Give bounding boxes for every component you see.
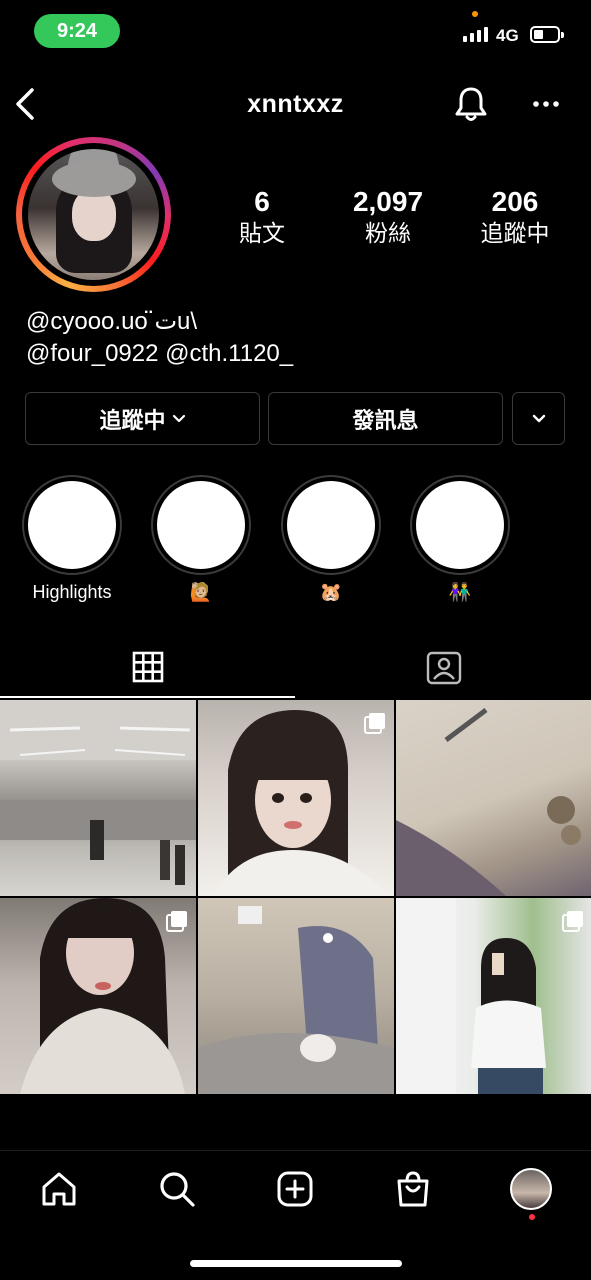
stat-posts[interactable]: 6 貼文 [232,186,292,248]
battery-icon [530,26,564,43]
post-thumbnail[interactable] [396,898,591,1094]
highlight-label: 🐹 [319,582,343,602]
create-post-icon [277,1171,313,1207]
profile-avatar-story-ring[interactable] [16,137,171,292]
highlight-item[interactable]: Highlights [22,475,122,603]
post-thumbnail[interactable] [198,898,394,1094]
bottom-tab-bar [0,1150,591,1230]
home-icon [42,1172,76,1206]
bio-line-2[interactable]: @four_0922 @cth.1120_ [26,338,293,370]
search-icon [160,1172,195,1207]
highlight-cover [28,481,116,569]
bell-icon [455,87,487,121]
network-type: 4G [496,26,519,45]
following-button-label: 追蹤中 [99,407,166,433]
stat-followers-count: 2,097 [352,186,424,217]
highlight-item[interactable]: 👫 [410,475,510,603]
message-button[interactable]: 發訊息 [268,392,503,445]
post-thumbnail[interactable] [0,898,196,1094]
chevron-down-icon [172,414,185,422]
shopping-bag-icon [397,1171,429,1207]
more-options-button[interactable] [530,90,562,118]
tab-posts-grid[interactable] [0,638,295,698]
home-indicator[interactable] [190,1260,402,1267]
stat-posts-label: 貼文 [239,220,285,246]
post-thumbnail[interactable] [198,700,394,896]
highlight-cover [287,481,375,569]
tab-profile[interactable] [509,1167,553,1211]
tab-tagged[interactable] [296,638,591,698]
multiple-photos-icon [166,911,187,932]
post-image [0,700,196,885]
tagged-user-icon [426,651,461,685]
page-title-username: xnntxxz [247,90,344,118]
stat-posts-count: 6 [254,186,270,217]
stat-following[interactable]: 206 追蹤中 [470,186,560,248]
profile-avatar-icon [510,1168,552,1210]
posts-grid [0,700,591,1094]
highlight-label: Highlights [32,582,112,602]
highlight-label: 🙋🏼 [189,582,213,602]
post-image [198,906,394,1094]
highlight-item[interactable]: 🐹 [281,475,381,603]
suggested-accounts-button[interactable] [512,392,565,445]
tab-search[interactable] [155,1167,199,1211]
post-image [396,708,581,896]
status-time[interactable]: 9:24 [34,14,120,48]
profile-avatar [28,149,159,280]
multiple-photos-icon [364,713,385,734]
stat-following-label: 追蹤中 [480,220,550,246]
highlight-cover [416,481,504,569]
tab-create[interactable] [273,1167,317,1211]
following-button[interactable]: 追蹤中 [25,392,260,445]
status-bar: 9:24 4G [0,0,591,60]
tab-home[interactable] [37,1167,81,1211]
multiple-photos-icon [562,911,583,932]
privacy-indicator-dot [472,11,478,17]
highlight-cover [157,481,245,569]
stat-following-count: 206 [491,186,539,217]
message-button-label: 發訊息 [352,407,419,433]
more-horizontal-icon [533,101,559,107]
stat-followers-label: 粉絲 [365,220,411,246]
stat-followers[interactable]: 2,097 粉絲 [338,186,438,248]
profile-tabs [0,638,591,698]
notifications-button[interactable] [452,84,490,124]
bio-line-1[interactable]: @cyooo.uo ت̈u\ [26,306,293,338]
profile-bio: @cyooo.uo ت̈u\ @four_0922 @cth.1120_ [26,306,293,370]
tab-shop[interactable] [391,1167,435,1211]
notification-dot [529,1214,535,1220]
profile-header-bar: xnntxxz [0,72,591,136]
grid-icon [132,651,163,683]
signal-icon [463,27,488,42]
highlight-label: 👫 [448,582,472,602]
chevron-down-icon [532,414,545,422]
post-thumbnail[interactable] [0,700,196,896]
post-thumbnail[interactable] [396,700,591,896]
highlight-item[interactable]: 🙋🏼 [151,475,251,603]
